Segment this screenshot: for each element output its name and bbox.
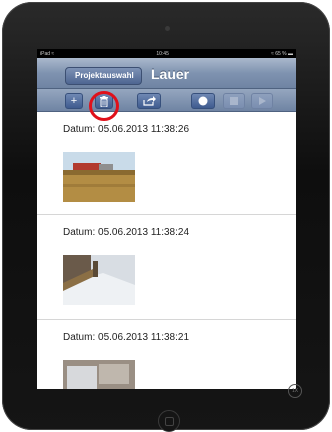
share-button[interactable] [137, 93, 161, 109]
list-item[interactable]: Datum: 05.06.2013 11:38:24 [37, 215, 296, 320]
status-time: 10:45 [156, 50, 169, 57]
stop-icon [230, 97, 238, 105]
photo-thumbnail[interactable] [63, 152, 135, 202]
page-title: Lauer [151, 66, 190, 82]
add-icon: + [70, 95, 78, 107]
home-button[interactable] [158, 410, 180, 432]
zoom-badge[interactable]: 1X [288, 384, 302, 398]
photo-image [63, 152, 135, 202]
photo-thumbnail[interactable] [63, 360, 135, 389]
record-icon [198, 96, 208, 106]
photo-thumbnail[interactable] [63, 255, 135, 305]
status-right: ≈ 65 % ▬ [271, 50, 293, 57]
back-button-label: Projektauswahl [75, 71, 134, 80]
list-item[interactable]: Datum: 05.06.2013 11:38:21 [37, 320, 296, 389]
camera [165, 26, 170, 31]
share-icon [142, 96, 156, 106]
highlight-circle [89, 91, 119, 121]
toolbar: + [37, 89, 296, 112]
entry-date: Datum: 05.06.2013 11:38:24 [63, 227, 190, 238]
navigation-bar: Projektauswahl Lauer [37, 58, 296, 89]
play-button[interactable] [251, 93, 273, 109]
record-button[interactable] [191, 93, 215, 109]
play-icon [259, 97, 266, 105]
add-button[interactable]: + [65, 93, 83, 109]
back-button[interactable]: Projektauswahl [65, 67, 142, 85]
entry-date: Datum: 05.06.2013 11:38:21 [63, 332, 190, 343]
stop-button[interactable] [223, 93, 245, 109]
screen: iPad ≈ 10:45 ≈ 65 % ▬ Projektauswahl Lau… [37, 49, 296, 389]
entry-date: Datum: 05.06.2013 11:38:26 [63, 124, 190, 135]
status-bar: iPad ≈ 10:45 ≈ 65 % ▬ [37, 49, 296, 58]
photo-image [63, 360, 135, 389]
photo-image [63, 255, 135, 305]
list-item[interactable]: Datum: 05.06.2013 11:38:26 [37, 110, 296, 215]
status-left: iPad ≈ [40, 50, 55, 57]
